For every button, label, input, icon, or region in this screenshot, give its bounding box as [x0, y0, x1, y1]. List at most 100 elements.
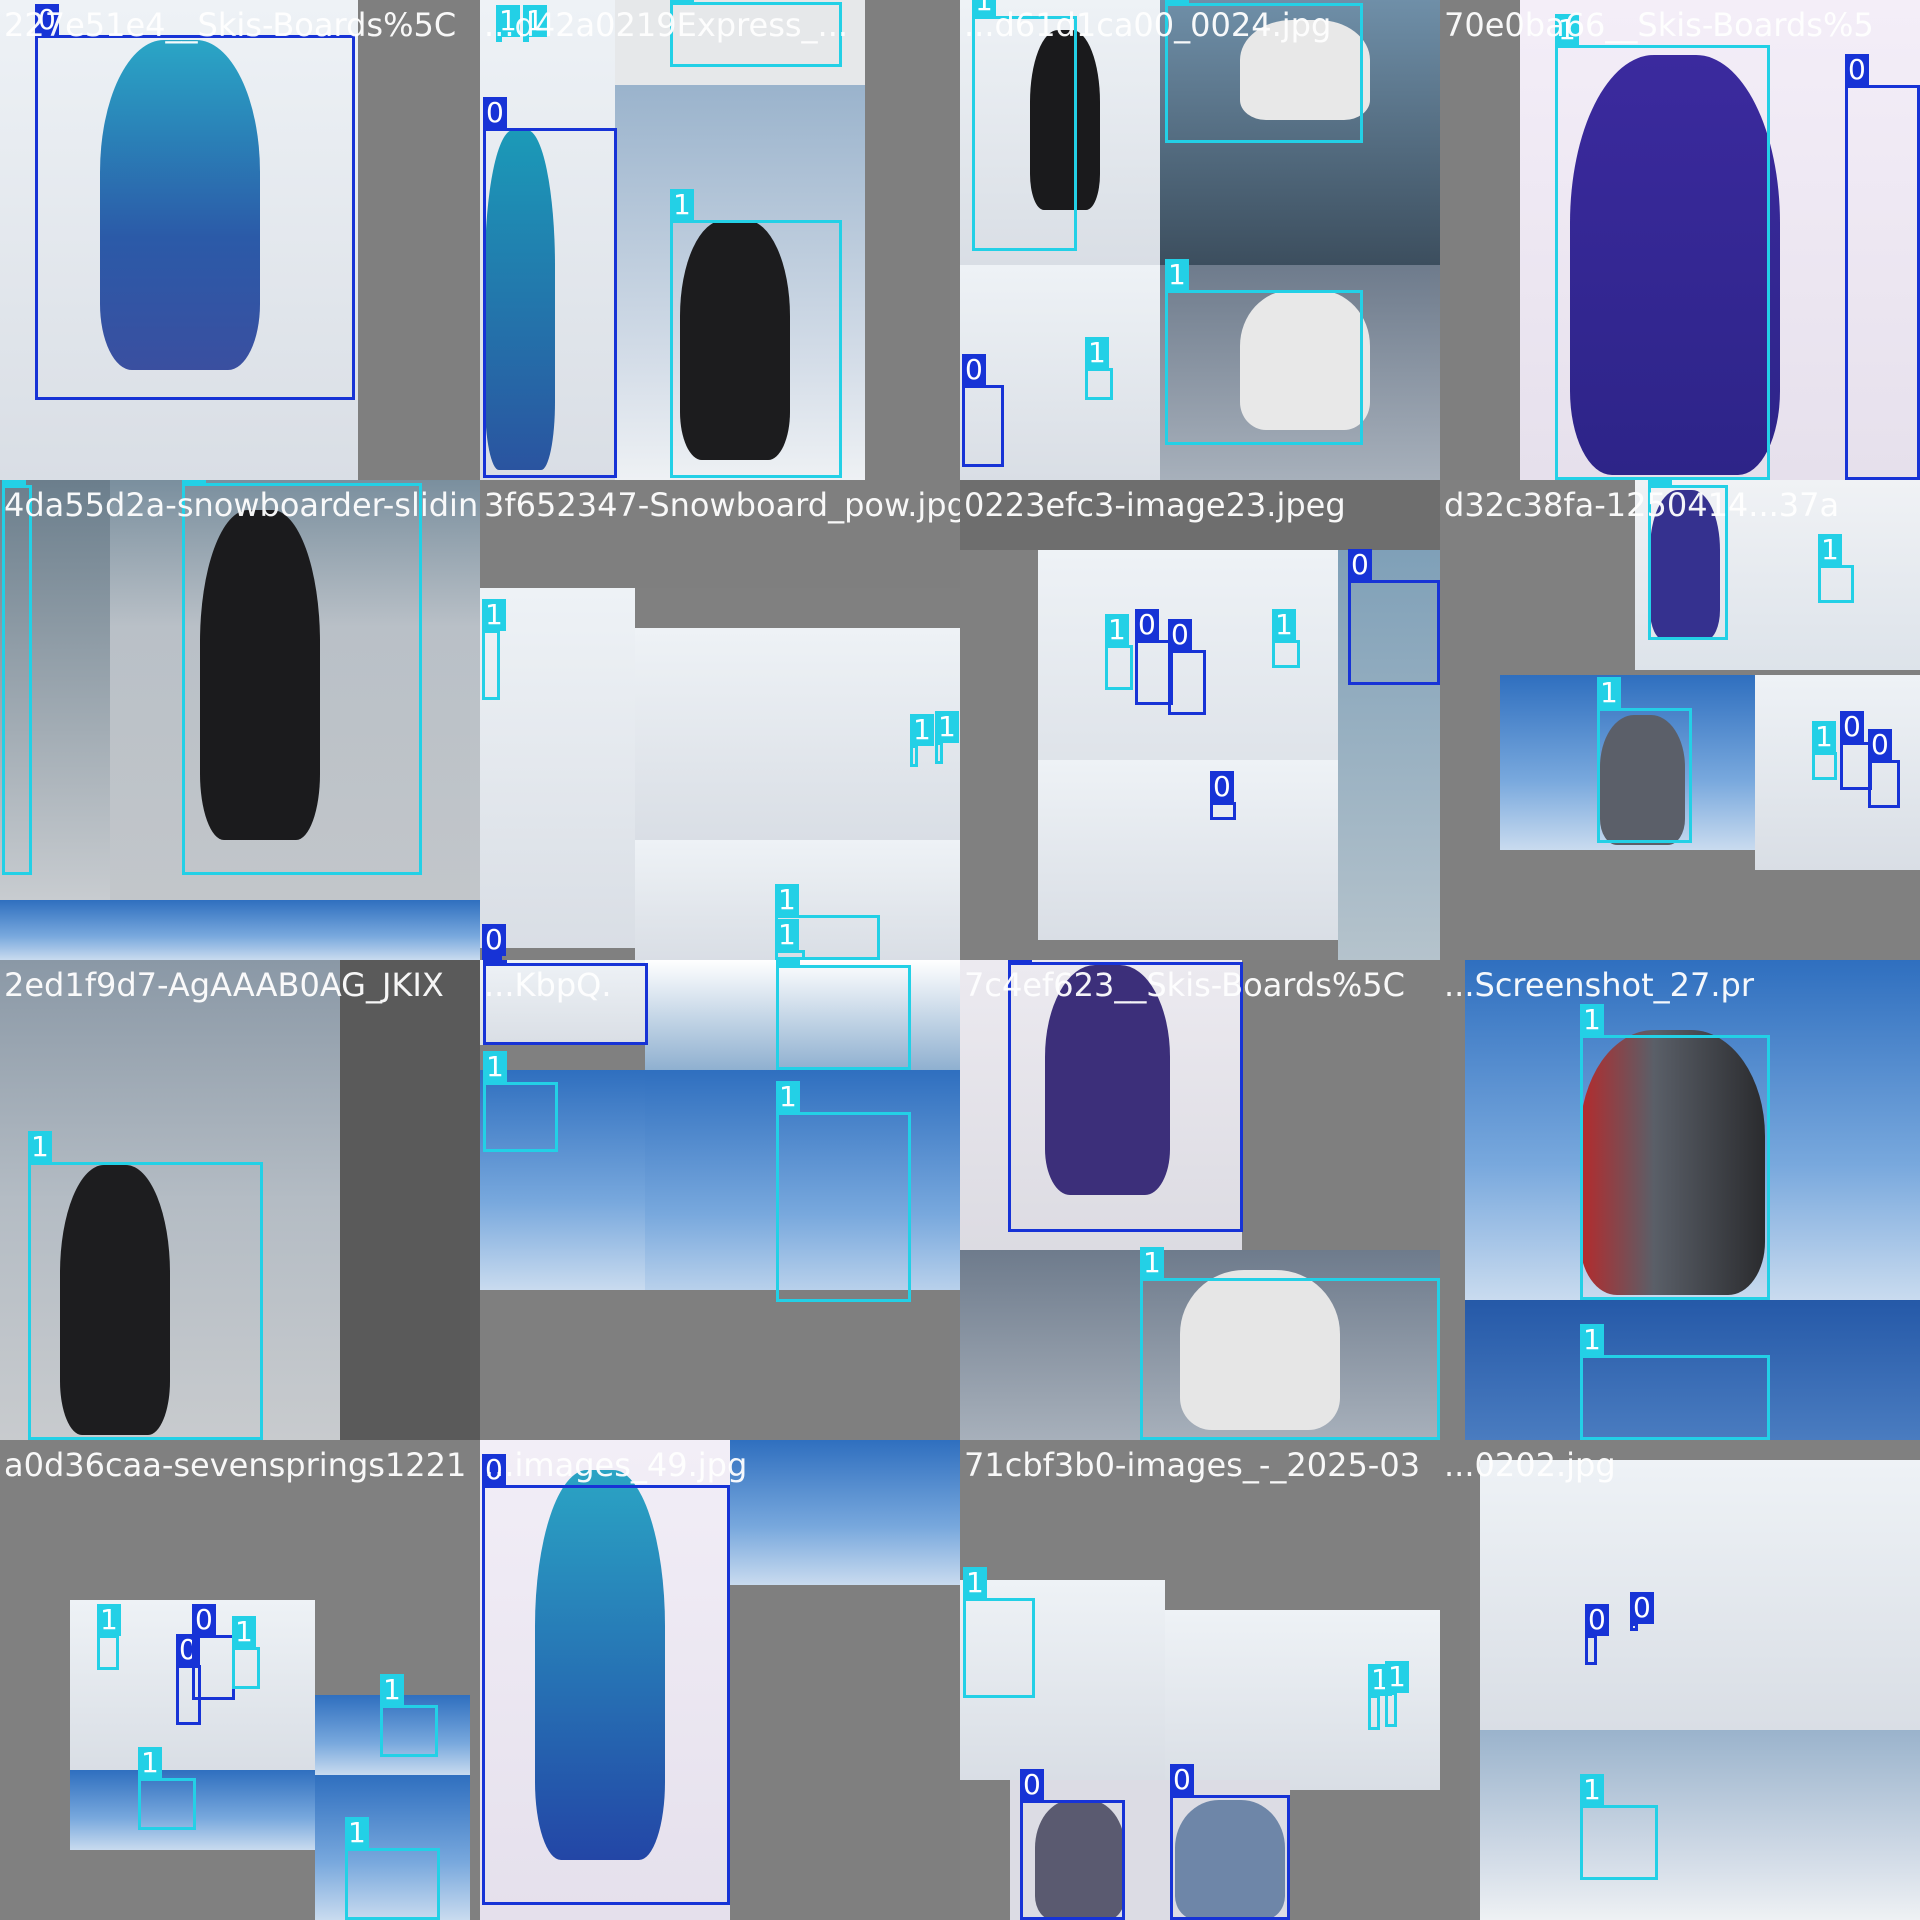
detection-box: 1: [482, 599, 506, 700]
class-label: 0: [1020, 1769, 1044, 1801]
class-label: 0: [483, 97, 507, 129]
detection-box: 0: [1170, 1764, 1290, 1920]
detection-box: 0: [1348, 549, 1440, 685]
detection-box: 1: [1085, 337, 1113, 400]
class-label: 1: [935, 711, 959, 743]
class-label: 0: [1008, 960, 1032, 963]
tile-title: ...Screenshot_27.pr: [1444, 966, 1754, 1004]
detection-box: 0: [192, 1604, 235, 1700]
class-label: 1: [1385, 1661, 1409, 1693]
mosaic-tile: 0223efc3-image23.jpeg 1 0 0 1 0 0: [960, 480, 1440, 960]
tile-title: ...d42a0219Express_...: [484, 6, 849, 44]
detection-box: 1: [1272, 609, 1300, 668]
mosaic-tile: ...d61d1ca00_0024.jpg 1 1 1 0 1: [960, 0, 1440, 480]
tile-title: 2ed1f9d7-AgAAAB0AG_JKIX: [4, 966, 444, 1004]
class-label: 0: [192, 1604, 216, 1636]
class-label: 0: [1845, 54, 1869, 86]
detection-box: 1: [963, 1567, 1035, 1698]
detection-box: 1: [775, 919, 805, 960]
class-label: 1: [380, 1674, 404, 1706]
class-label: 1: [775, 919, 799, 951]
detection-box: 1: [28, 1131, 263, 1440]
detection-box: 1: [1555, 14, 1770, 480]
class-label: 0: [1348, 549, 1372, 581]
class-label: 0: [1840, 711, 1864, 743]
mosaic-tile: 2ed1f9d7-AgAAAB0AG_JKIX 1: [0, 960, 480, 1440]
class-label: 1: [483, 1051, 507, 1083]
detection-box: 0: [1845, 54, 1920, 480]
mosaic-tile: ...images_49.jpg 0: [480, 1440, 960, 1920]
class-label: 1: [670, 189, 694, 221]
tile-title: 0223efc3-image23.jpeg: [964, 486, 1346, 524]
detection-box: 1: [1368, 1664, 1392, 1730]
detection-box: 0: [482, 1454, 730, 1905]
detection-box: 0: [35, 4, 355, 400]
detection-box: 1: [670, 189, 842, 478]
class-label: 1: [97, 1604, 121, 1636]
mosaic-tile: 227e51e4__Skis-Boards%5C 0: [0, 0, 480, 480]
class-label: 1: [775, 884, 799, 916]
class-label: 1: [482, 599, 506, 631]
class-label: 1: [232, 1616, 256, 1648]
class-label: 0: [1585, 1604, 1609, 1636]
detection-box: 1: [2, 480, 32, 875]
tile-title: 71cbf3b0-images_-_2025-03: [964, 1446, 1421, 1484]
tile-title: 4da55d2a-snowboarder-sliding-down-hill: [4, 486, 480, 524]
detection-box: 1: [1385, 1661, 1409, 1727]
detection-box: 1: [776, 960, 911, 1070]
detection-box: 0: [962, 354, 1004, 467]
tile-title: ...0202.jpg: [1444, 1446, 1616, 1484]
detection-box: 1: [345, 1817, 440, 1920]
tile-title: 3f652347-Snowboard_pow.jpg: [484, 486, 960, 524]
detection-box: 1: [380, 1674, 438, 1757]
mosaic-tile: 7c4ef623__Skis-Boards%5C 0 1: [960, 960, 1440, 1440]
detection-box: 0: [1868, 729, 1900, 808]
detection-box: 1: [97, 1604, 121, 1670]
class-label: 0: [483, 960, 507, 964]
mosaic-tile: 70e0ba66__Skis-Boards%5 1 0: [1440, 0, 1920, 480]
detection-box: 0: [1630, 1592, 1654, 1631]
class-label: 1: [1272, 609, 1296, 641]
detection-box: 1: [1165, 259, 1363, 445]
detection-box: 1: [483, 1051, 558, 1152]
detection-box: 1: [1140, 1247, 1440, 1440]
detection-box: 1: [935, 711, 959, 764]
class-label: 1: [776, 960, 800, 966]
detection-box: 1: [776, 1081, 911, 1302]
tile-title: 227e51e4__Skis-Boards%5C: [4, 6, 457, 44]
detection-box: 1: [1818, 534, 1854, 603]
class-label: 0: [482, 924, 506, 956]
tile-title: ...images_49.jpg: [484, 1446, 748, 1484]
class-label: 1: [1165, 259, 1189, 291]
class-label: 1: [776, 1081, 800, 1113]
class-label: 1: [28, 1131, 52, 1163]
class-label: 1: [182, 480, 206, 484]
class-label: 1: [1165, 0, 1189, 4]
class-label: 1: [1085, 337, 1109, 369]
detection-box: 1: [1105, 614, 1133, 690]
detection-box: 1: [138, 1747, 196, 1830]
detection-box: 1: [182, 480, 422, 875]
detection-box: 1: [972, 0, 1077, 251]
mosaic-tile: ...Screenshot_27.pr 1 1: [1440, 960, 1920, 1440]
tile-title: d32c38fa-1250414...37a: [1444, 486, 1840, 524]
tile-title: 7c4ef623__Skis-Boards%5C: [964, 966, 1405, 1004]
detection-box: 1: [1812, 721, 1837, 780]
class-label: 0: [1135, 609, 1159, 641]
mosaic-tile: d32c38fa-1250414...37a 1 1 1 1 0 0: [1440, 480, 1920, 960]
detection-box: 1: [1580, 1774, 1658, 1880]
class-label: 1: [963, 1567, 987, 1599]
detection-box: 1: [1597, 677, 1692, 843]
class-label: 1: [1105, 614, 1129, 646]
detection-box: 1: [1580, 1324, 1770, 1440]
detection-box: 0: [1210, 771, 1236, 820]
class-label: 0: [962, 354, 986, 386]
class-label: 1: [138, 1747, 162, 1779]
mosaic-tile: a0d36caa-sevensprings1221 1 0 0 1 1 1 1: [0, 1440, 480, 1920]
class-label: 0: [1168, 619, 1192, 651]
class-label: 1: [1818, 534, 1842, 566]
mosaic-tile: 4da55d2a-snowboarder-sliding-down-hill 1…: [0, 480, 480, 960]
mosaic-tile: 3f652347-Snowboard_pow.jpg 1 1 1 1 1 0: [480, 480, 960, 960]
mosaic-tile: ...0202.jpg 0 0 1: [1440, 1440, 1920, 1920]
class-label: 1: [1597, 677, 1621, 709]
